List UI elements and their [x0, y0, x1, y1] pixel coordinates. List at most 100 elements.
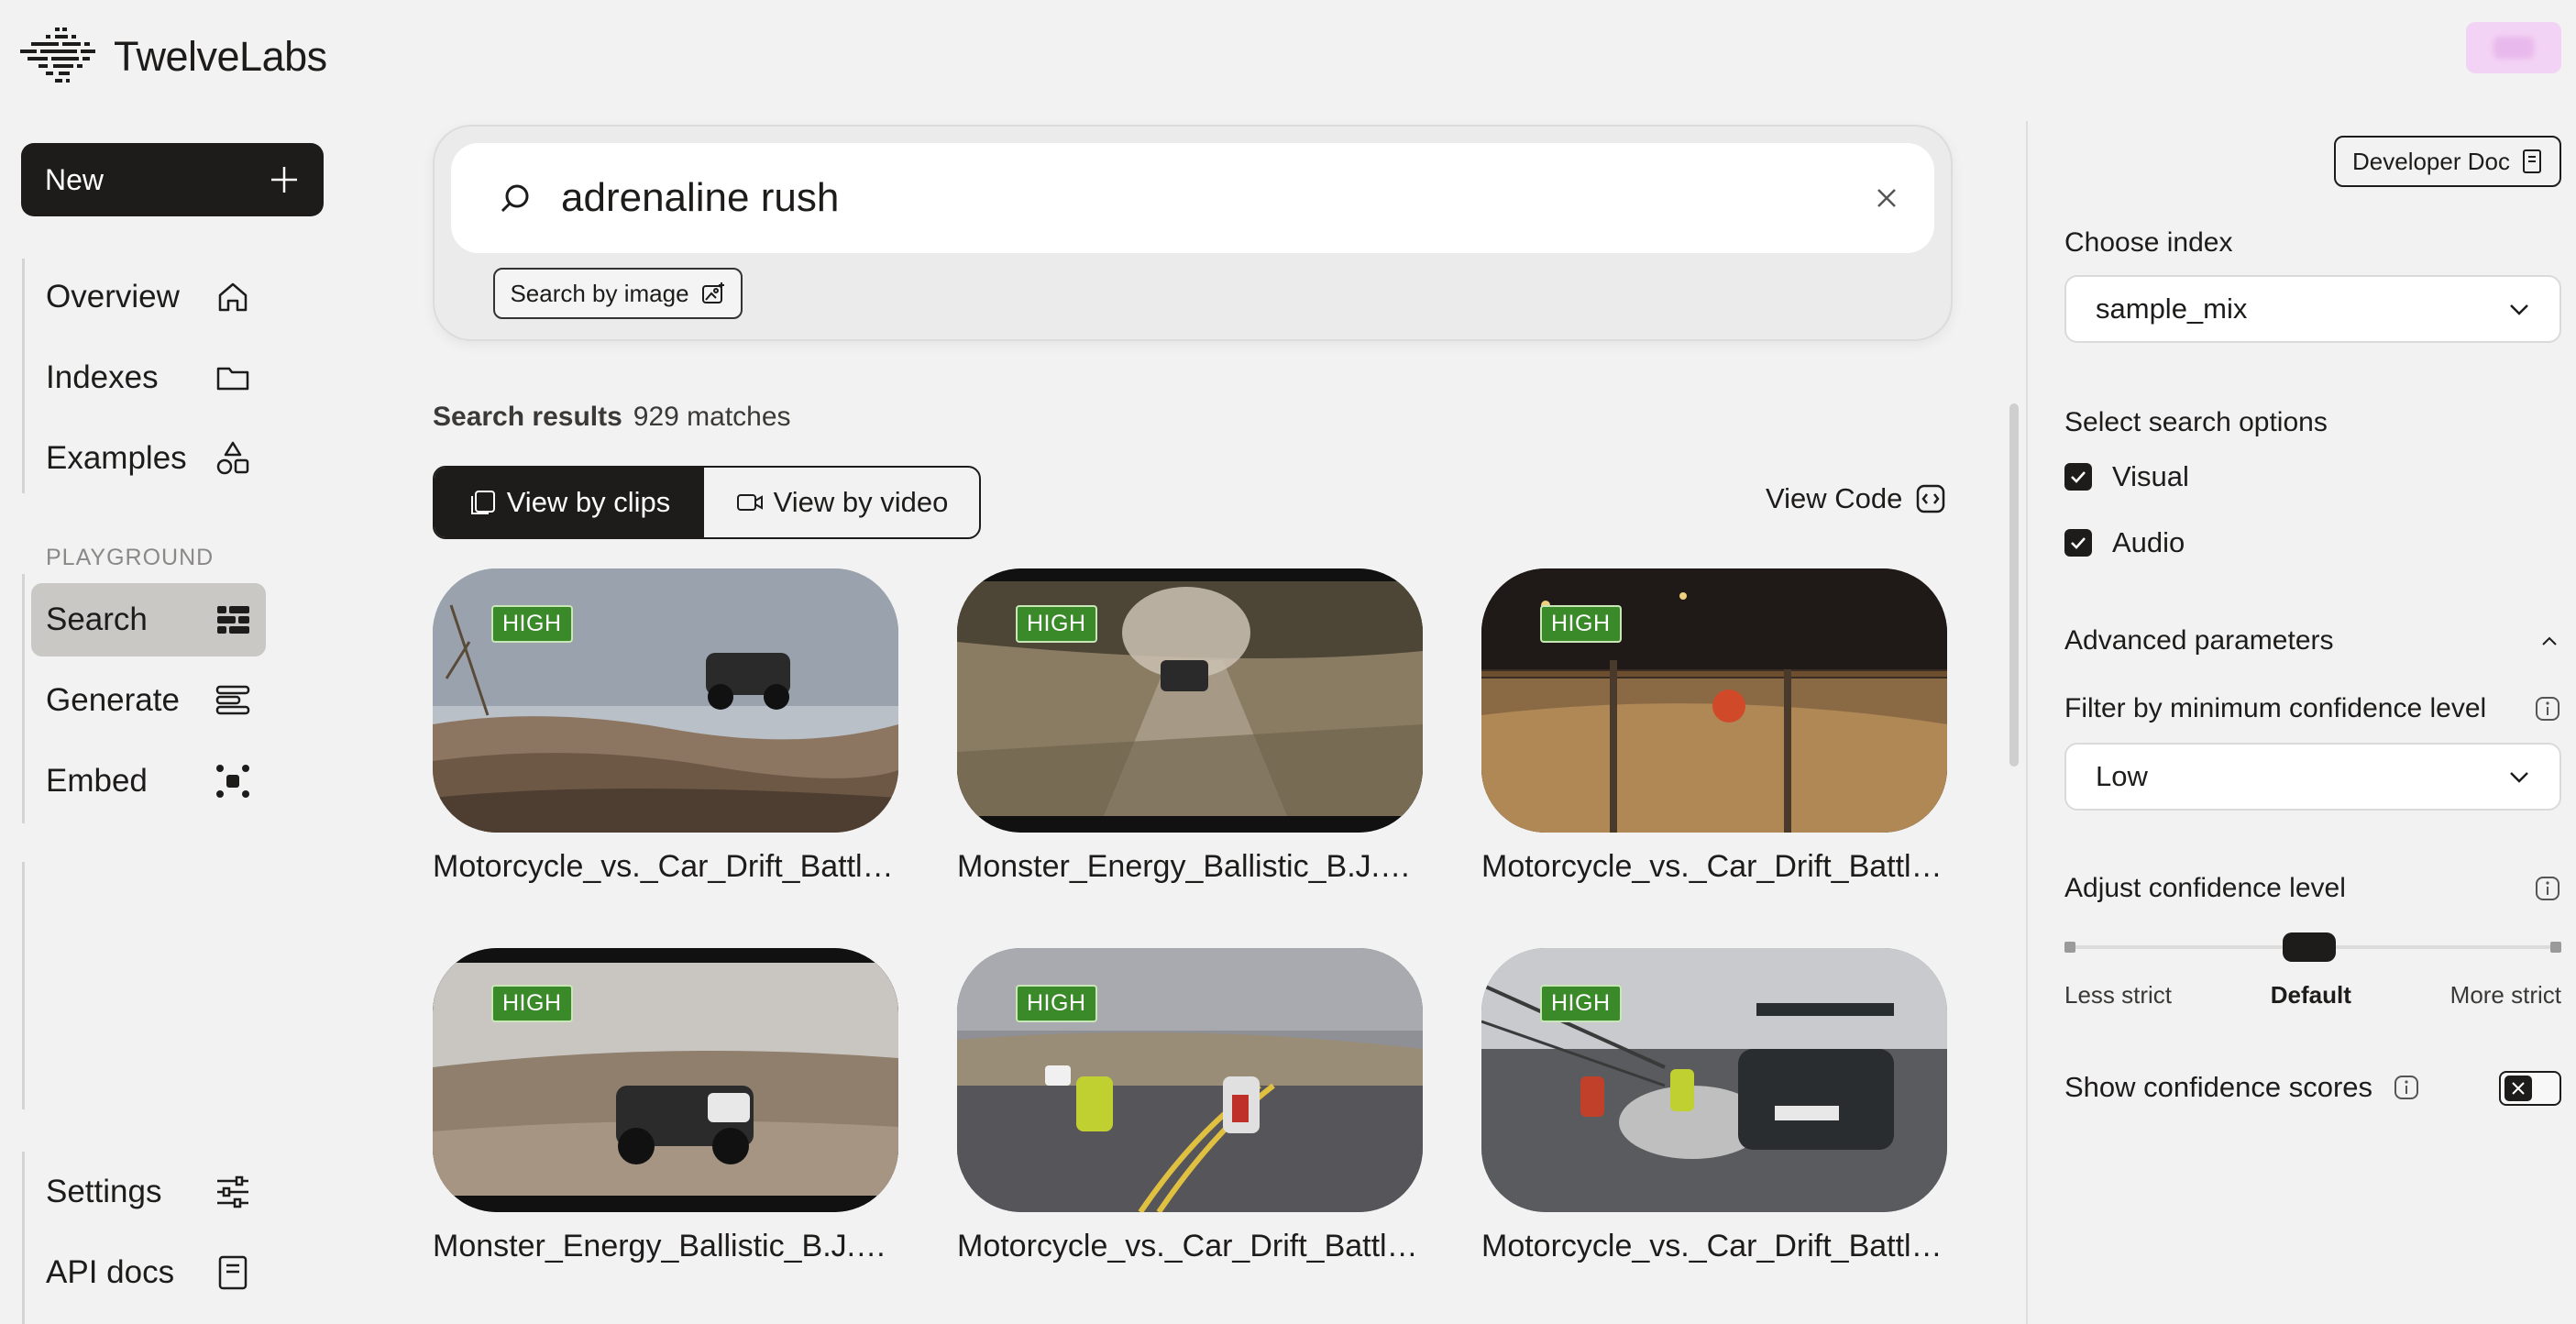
image-upload-icon: [701, 282, 724, 303]
slider-label-less-strict: Less strict: [2064, 981, 2173, 1009]
visual-option: Visual: [2064, 460, 2189, 493]
sidebar-item-overview[interactable]: Overview: [31, 260, 266, 334]
video-card[interactable]: HIGH Motorcycle_vs._Car_Drift_Battle...: [433, 568, 898, 885]
brand-logo[interactable]: TwelveLabs: [18, 26, 327, 88]
confidence-badge: HIGH: [1016, 985, 1097, 1022]
slider-labels: Less strict Default More strict: [2064, 981, 2561, 1010]
show-scores-toggle[interactable]: [2499, 1071, 2561, 1106]
advanced-parameters-toggle[interactable]: Advanced parameters: [2064, 625, 2561, 656]
adjust-confidence-label: Adjust confidence level: [2064, 873, 2346, 903]
confidence-badge: HIGH: [1540, 605, 1622, 643]
slider-max-stop: [2550, 942, 2561, 953]
results-title: Search results: [433, 402, 622, 432]
view-code-button[interactable]: View Code: [1766, 482, 1946, 515]
generate-lines-icon: [215, 685, 250, 715]
slider-label-more-strict: More strict: [2449, 981, 2561, 1009]
folder-icon: [216, 367, 249, 391]
chevron-down-icon: [2510, 772, 2528, 783]
confidence-slider-thumb[interactable]: [2283, 932, 2336, 962]
sidebar-item-label: Settings: [46, 1174, 162, 1209]
sidebar-item-indexes[interactable]: Indexes: [31, 341, 266, 414]
sidebar-item-label: Examples: [46, 440, 187, 476]
video-thumbnail[interactable]: HIGH: [433, 568, 898, 833]
video-title[interactable]: Motorcycle_vs._Car_Drift_Battle...: [957, 1229, 1423, 1264]
checkmark-icon: [2071, 471, 2086, 483]
search-query[interactable]: adrenaline rush: [561, 175, 1874, 221]
video-card[interactable]: HIGH Monster_Energy_Ballistic_B.J._...: [433, 948, 898, 1264]
nav-group-bottom: [22, 1152, 25, 1324]
video-thumbnail[interactable]: HIGH: [957, 948, 1423, 1212]
video-thumbnail[interactable]: HIGH: [1481, 568, 1947, 833]
video-title[interactable]: Monster_Energy_Ballistic_B.J._...: [433, 1229, 898, 1264]
sidebar-item-label: Generate: [46, 682, 180, 718]
view-by-video-button[interactable]: View by video: [704, 468, 979, 537]
search-input[interactable]: adrenaline rush: [451, 143, 1934, 253]
video-card[interactable]: HIGH Motorcycle_vs._Car_Drift_Battle...: [1481, 948, 1947, 1264]
developer-doc-button[interactable]: Developer Doc: [2334, 136, 2561, 187]
developer-doc-label: Developer Doc: [2352, 147, 2510, 175]
video-title[interactable]: Motorcycle_vs._Car_Drift_Battle...: [1481, 849, 1947, 885]
sidebar-item-label: Embed: [46, 763, 148, 799]
video-camera-icon: [736, 494, 763, 511]
search-by-image-label: Search by image: [510, 279, 689, 307]
account-avatar[interactable]: [2466, 22, 2561, 73]
video-title[interactable]: Motorcycle_vs._Car_Drift_Battle...: [1481, 1229, 1947, 1264]
choose-index-label: Choose index: [2064, 227, 2233, 258]
confidence-badge: HIGH: [1016, 605, 1097, 643]
clips-icon: [470, 491, 495, 514]
info-icon[interactable]: [2534, 875, 2561, 902]
sidebar-item-label: API docs: [46, 1254, 175, 1290]
sidebar-item-embed[interactable]: Embed: [31, 745, 266, 818]
results-scrollbar[interactable]: [2009, 403, 2019, 767]
video-card[interactable]: HIGH Motorcycle_vs._Car_Drift_Battle...: [957, 948, 1423, 1264]
sidebar-item-generate[interactable]: Generate: [31, 664, 266, 737]
search-grid-icon: [217, 606, 249, 634]
info-icon[interactable]: [2393, 1074, 2420, 1101]
confidence-badge: HIGH: [491, 605, 573, 643]
video-thumbnail[interactable]: HIGH: [433, 948, 898, 1212]
book-icon: [218, 1255, 248, 1290]
home-icon: [218, 282, 248, 312]
view-by-clips-button[interactable]: View by clips: [435, 468, 704, 537]
info-icon[interactable]: [2534, 695, 2561, 723]
video-card[interactable]: HIGH Motorcycle_vs._Car_Drift_Battle...: [1481, 568, 1947, 885]
playground-section-label: PLAYGROUND: [46, 545, 215, 570]
nav-group-main: [22, 259, 25, 493]
visual-checkbox[interactable]: [2064, 463, 2092, 491]
new-button[interactable]: New: [21, 143, 324, 216]
index-select[interactable]: sample_mix: [2064, 275, 2561, 343]
audio-option-label: Audio: [2112, 526, 2185, 558]
sidebar-item-search[interactable]: Search: [31, 583, 266, 656]
search-options-label: Select search options: [2064, 407, 2328, 437]
sidebar-item-label: Indexes: [46, 359, 159, 395]
shapes-icon: [216, 441, 249, 475]
video-title[interactable]: Monster_Energy_Ballistic_B.J._...: [957, 849, 1423, 885]
view-by-clips-label: View by clips: [506, 486, 671, 518]
adjust-confidence-row: Adjust confidence level: [2064, 873, 2561, 904]
video-thumbnail[interactable]: HIGH: [957, 568, 1423, 833]
video-title[interactable]: Motorcycle_vs._Car_Drift_Battle...: [433, 849, 898, 885]
search-by-image-button[interactable]: Search by image: [493, 268, 743, 319]
video-card[interactable]: HIGH Monster_Energy_Ballistic_B.J._...: [957, 568, 1423, 885]
code-icon: [1917, 484, 1945, 513]
confidence-filter-select[interactable]: Low: [2064, 743, 2561, 811]
results-count: 929 matches: [633, 402, 791, 432]
checkmark-icon: [2071, 537, 2086, 549]
sidebar-item-settings[interactable]: Settings: [31, 1155, 266, 1229]
sidebar-item-label: Search: [46, 601, 148, 637]
confidence-filter-value: Low: [2096, 760, 2148, 792]
view-code-label: View Code: [1766, 482, 1903, 514]
video-thumbnail[interactable]: HIGH: [1481, 948, 1947, 1212]
nav-group-playground: [22, 574, 25, 823]
audio-option: Audio: [2064, 526, 2185, 559]
close-icon[interactable]: [1874, 185, 1899, 211]
sidebar-item-api-docs[interactable]: API docs: [31, 1236, 266, 1309]
search-panel: adrenaline rush Search by image: [433, 125, 1953, 341]
toggle-knob: [2504, 1076, 2532, 1101]
show-scores-row: Show confidence scores: [2064, 1071, 2420, 1104]
sidebar-item-examples[interactable]: Examples: [31, 422, 266, 495]
view-by-video-label: View by video: [773, 486, 949, 518]
audio-checkbox[interactable]: [2064, 529, 2092, 557]
panel-divider: [2026, 121, 2028, 1324]
twelvelabs-logo-icon: [20, 28, 95, 83]
